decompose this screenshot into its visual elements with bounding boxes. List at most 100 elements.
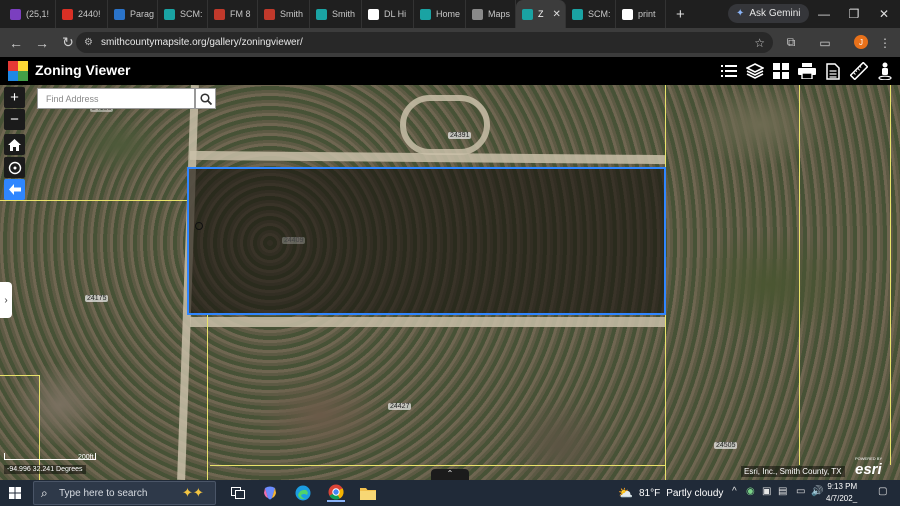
app-title: Zoning Viewer <box>35 62 131 78</box>
parcel-line <box>0 200 188 201</box>
selected-parcel-highlight[interactable] <box>187 167 666 315</box>
network-icon[interactable]: ▭ <box>796 486 805 497</box>
tab-label: Z <box>538 9 544 19</box>
close-tab-icon[interactable]: ✕ <box>553 9 561 20</box>
extensions-icon[interactable]: ⧉ <box>780 32 802 53</box>
weather-widget[interactable]: ⛅ 81°F Partly cloudy <box>618 486 723 500</box>
partly-cloudy-icon: ⛅ <box>618 486 633 500</box>
browser-tab[interactable]: FM 8 <box>208 0 258 28</box>
attribute-table-toggle[interactable]: ⌃ <box>431 469 469 480</box>
tab-favicon-icon <box>420 8 431 20</box>
file-explorer-icon[interactable] <box>359 484 377 502</box>
tab-label: DL Hi <box>384 9 407 19</box>
reading-mode-icon[interactable]: ▭ <box>814 32 836 53</box>
locate-crosshair-icon <box>8 161 21 174</box>
tab-label: 2440! <box>78 9 101 19</box>
url-text: smithcountymapsite.org/gallery/zoningvie… <box>100 37 303 48</box>
tab-favicon-icon <box>316 8 327 20</box>
taskbar-search-placeholder: Type here to search <box>59 487 148 499</box>
windows-taskbar: ⌕ Type here to search ✦✦ ⛅ 81°F Partly c… <box>0 480 900 506</box>
browser-tab[interactable]: Maps <box>466 0 516 28</box>
browser-tab[interactable]: print <box>616 0 666 28</box>
bookmark-star-icon[interactable]: ☆ <box>754 36 765 50</box>
tab-label: print <box>638 9 656 19</box>
browser-tab[interactable]: (25,1! <box>4 0 56 28</box>
print-icon[interactable] <box>796 60 818 82</box>
taskbar-search-box[interactable]: ⌕ Type here to search ✦✦ <box>33 481 216 505</box>
parcel-point-marker[interactable] <box>195 222 203 230</box>
home-extent-button[interactable] <box>4 134 25 155</box>
system-clock[interactable]: 9:13 PM 4/7/202_ <box>826 481 857 505</box>
profile-avatar[interactable]: J <box>854 35 868 49</box>
close-window-button[interactable]: ✕ <box>868 0 900 28</box>
tab-label: Smith <box>332 9 356 19</box>
chrome-browser-icon[interactable] <box>327 484 345 502</box>
minimize-window-button[interactable]: — <box>808 0 840 28</box>
tray-app-icon[interactable]: ◉ <box>746 486 755 497</box>
show-hidden-icons-chevron[interactable]: ^ <box>732 486 737 497</box>
street-view-person-icon[interactable] <box>874 60 896 82</box>
browser-tab[interactable]: Parag <box>108 0 158 28</box>
tab-label: (25,1! <box>26 9 50 19</box>
tab-label: Smith <box>280 9 304 19</box>
measure-ruler-icon[interactable] <box>848 60 870 82</box>
browser-tab[interactable]: Z ✕ <box>516 0 566 28</box>
address-bar[interactable]: ⚙ smithcountymapsite.org/gallery/zoningv… <box>76 32 773 53</box>
browser-tab[interactable]: SCM: <box>158 0 208 28</box>
parcel-label-selected: 24409 <box>282 237 306 244</box>
notifications-icon[interactable]: ▢ <box>878 486 887 497</box>
legend-list-icon[interactable] <box>718 60 740 82</box>
parcel-label: 24505 <box>714 442 738 449</box>
volume-icon[interactable]: 🔊 <box>811 486 823 497</box>
map-canvas[interactable]: 24391 24409 24175 24427 24505 24153 + − … <box>0 85 900 480</box>
expand-side-panel-button[interactable]: › <box>0 282 12 318</box>
zoom-out-button[interactable]: − <box>4 109 25 130</box>
browser-menu-icon[interactable]: ⋮ <box>874 32 896 53</box>
browser-tab[interactable]: Home <box>414 0 466 28</box>
tab-label: Maps <box>488 9 511 19</box>
ask-gemini-button[interactable]: ✦ Ask Gemini <box>728 4 809 23</box>
parcel-label: 24175 <box>85 295 109 302</box>
tab-label: SCM: <box>588 9 611 19</box>
browser-tab[interactable]: 2440! <box>56 0 108 28</box>
scale-bar-label: 200ft <box>78 454 94 461</box>
browser-tab[interactable]: Smith <box>310 0 362 28</box>
report-document-icon[interactable] <box>822 60 844 82</box>
parcel-line <box>890 85 891 465</box>
tray-app-icon[interactable]: ▤ <box>778 486 787 497</box>
tab-favicon-icon <box>164 8 175 20</box>
address-search-button[interactable] <box>195 88 216 109</box>
new-tab-button[interactable]: + <box>666 6 695 23</box>
layers-icon[interactable] <box>744 60 766 82</box>
locate-button[interactable] <box>4 157 25 178</box>
parcel-line <box>799 85 800 465</box>
search-icon: ⌕ <box>41 486 48 500</box>
browser-tab[interactable]: SCM: <box>566 0 616 28</box>
browser-tab[interactable]: Smith <box>258 0 310 28</box>
forward-button[interactable]: → <box>30 31 54 55</box>
zoom-in-button[interactable]: + <box>4 87 25 108</box>
back-extent-button[interactable] <box>4 179 25 200</box>
back-button[interactable]: ← <box>4 31 28 55</box>
tab-favicon-icon <box>114 8 125 20</box>
windows-start-icon[interactable] <box>9 487 21 499</box>
basemap-gallery-icon[interactable] <box>770 60 792 82</box>
esri-logo: POWERED BY esri <box>855 456 883 478</box>
tab-label: Home <box>436 9 461 19</box>
edge-browser-icon[interactable] <box>294 484 312 502</box>
site-info-icon[interactable]: ⚙ <box>84 37 93 48</box>
tab-favicon-icon <box>62 8 73 20</box>
task-view-icon[interactable] <box>229 484 247 502</box>
clock-date: 4/7/202_ <box>826 494 858 503</box>
address-search-input[interactable]: Find Address <box>37 88 195 109</box>
home-icon <box>8 138 21 151</box>
parcel-line <box>207 315 208 480</box>
app-logo-icon <box>8 61 28 81</box>
app-header: Zoning Viewer <box>0 57 900 85</box>
tab-favicon-icon <box>214 8 225 20</box>
tray-app-icon[interactable]: ▣ <box>762 486 771 497</box>
browser-tab[interactable]: DL Hi <box>362 0 414 28</box>
temperature: 81°F <box>638 487 661 499</box>
copilot-icon[interactable] <box>261 484 279 502</box>
maximize-window-button[interactable]: ❐ <box>838 0 870 28</box>
